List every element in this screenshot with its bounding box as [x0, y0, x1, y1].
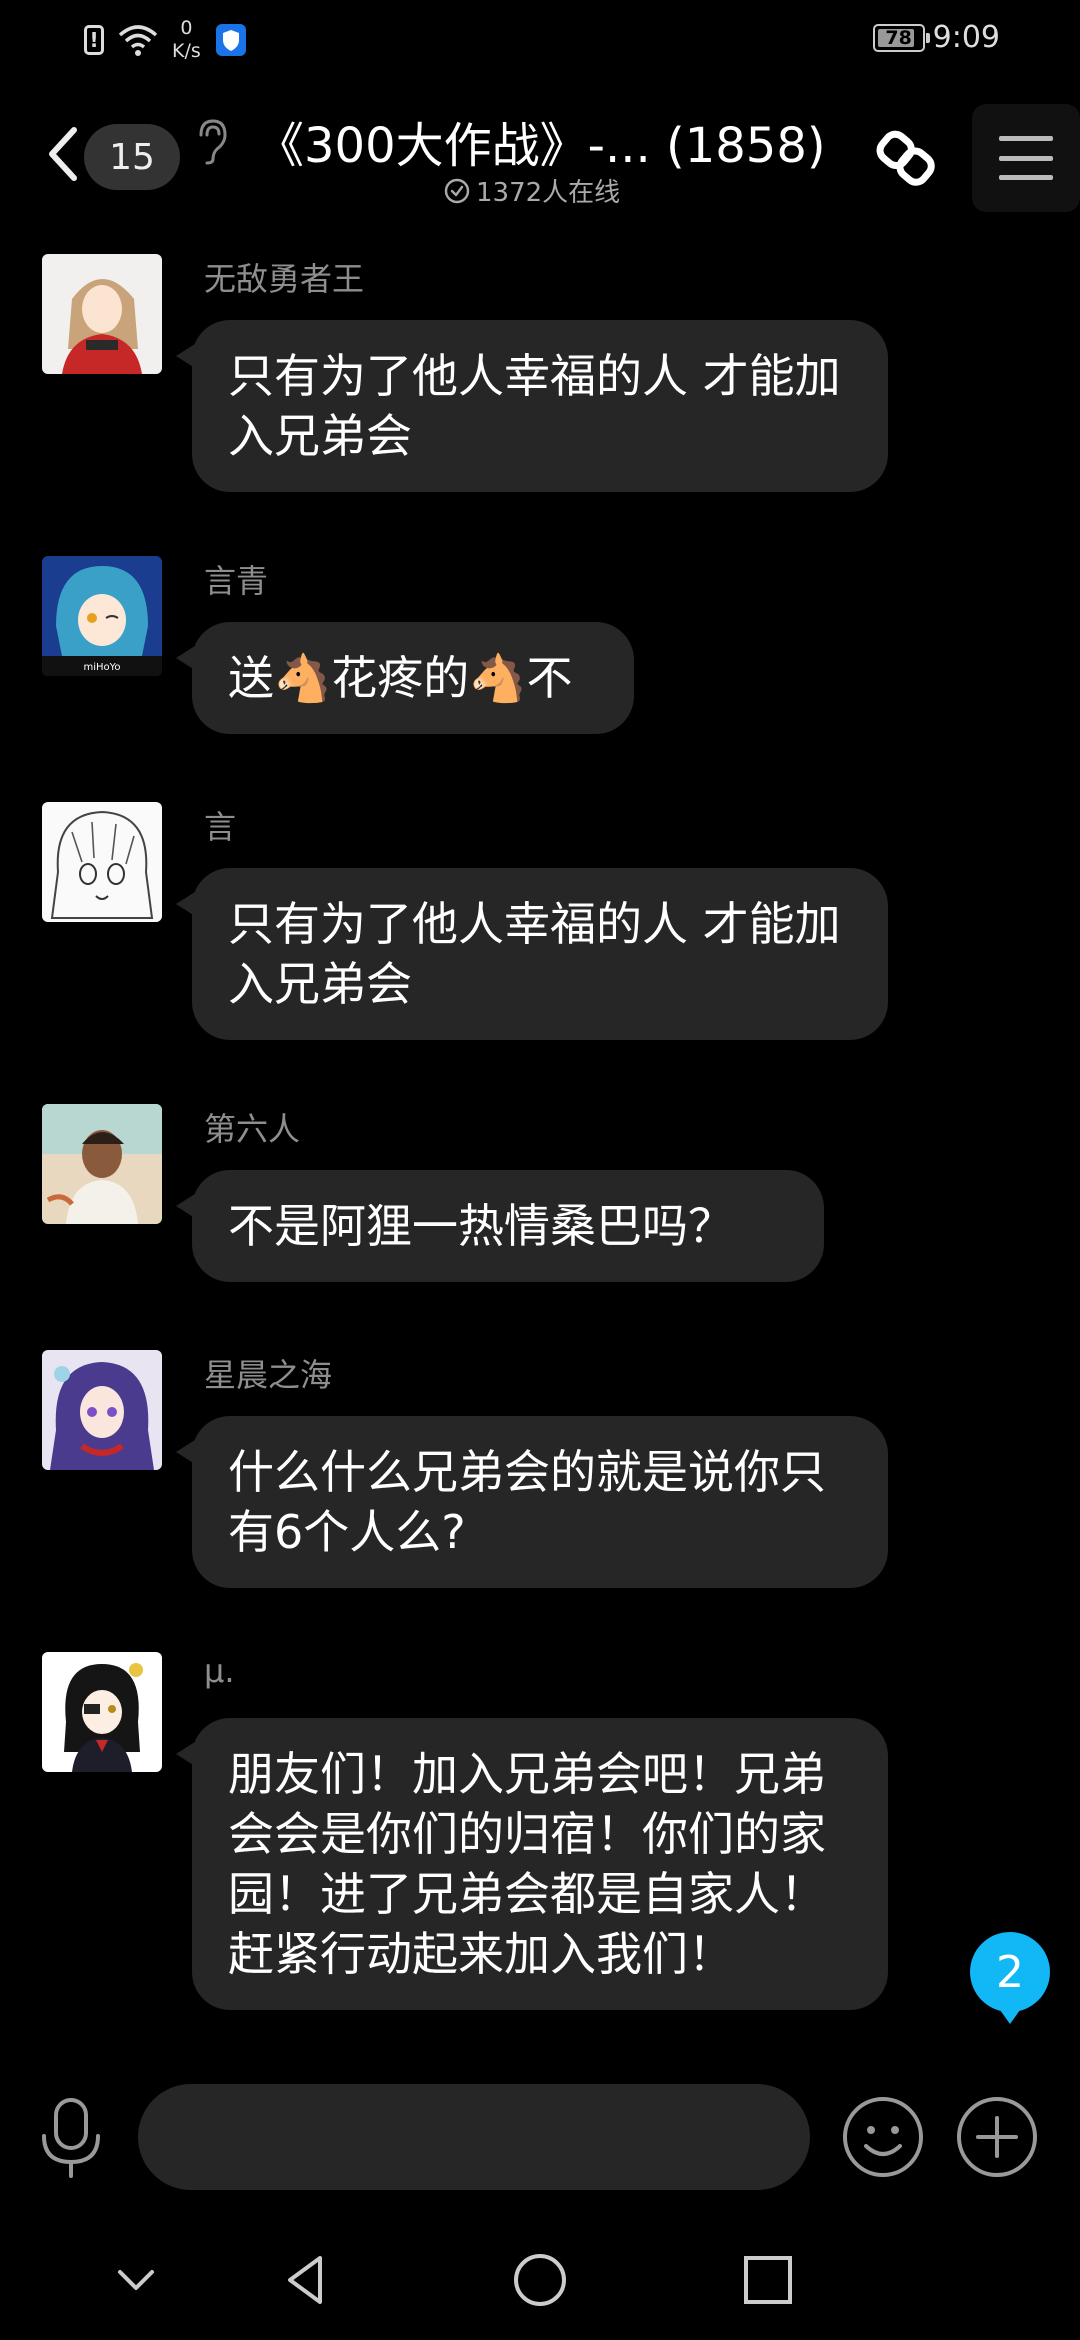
message-bubble[interactable]: 朋友们！加入兄弟会吧！兄弟会会是你们的归宿！你们的家园！进了兄弟会都是自家人！赶… [176, 1718, 888, 2010]
online-count: 1372人在线 [476, 178, 621, 208]
clock: 9:09 [932, 20, 1000, 55]
link-icon[interactable] [868, 122, 942, 196]
unread-count: 15 [109, 136, 155, 178]
menu-button[interactable] [972, 104, 1080, 212]
message-bubble[interactable]: 只有为了他人幸福的人 才能加入兄弟会 [176, 320, 888, 492]
message-bubble[interactable]: 不是阿狸一热情桑巴吗？ [176, 1170, 824, 1282]
plus-circle-icon[interactable] [954, 2094, 1040, 2180]
online-status: 1372人在线 [444, 172, 620, 209]
microphone-icon[interactable] [36, 2096, 106, 2180]
unread-count-badge[interactable]: 15 [84, 124, 180, 190]
wifi-icon [118, 25, 158, 56]
avatar[interactable]: miHoYo [42, 556, 162, 676]
status-bar: ! 0 K/s 78 9:09 [0, 0, 1080, 80]
net-speed-value: 0 [180, 17, 193, 39]
message-bubble[interactable]: 只有为了他人幸福的人 才能加入兄弟会 [176, 868, 888, 1040]
sender-name: 言 [204, 808, 237, 846]
page-title[interactable]: 《300大作战》-... (1858) [256, 106, 856, 176]
alert-icon: ! [84, 25, 104, 55]
net-speed-unit: K/s [172, 40, 201, 62]
battery-icon: 78 [872, 23, 930, 52]
status-left: ! 0 K/s [84, 16, 247, 64]
svg-text:miHoYo: miHoYo [83, 662, 120, 673]
sender-name: 无敌勇者王 [204, 260, 365, 298]
sender-name: μ. [204, 1652, 235, 1690]
system-nav-bar [0, 2220, 1080, 2340]
message-bubble[interactable]: 送🐴花疼的🐴不 [176, 622, 634, 734]
sender-name: 星晨之海 [204, 1356, 333, 1394]
recents-square-icon[interactable] [738, 2250, 798, 2310]
home-circle-icon[interactable] [510, 2250, 570, 2310]
avatar[interactable] [42, 1350, 162, 1470]
message-list[interactable]: 无敌勇者王 只有为了他人幸福的人 才能加入兄弟会 miHoYo 言青 送🐴花疼的… [0, 220, 1080, 2050]
net-speed: 0 K/s [172, 19, 201, 61]
avatar[interactable] [42, 254, 162, 374]
message-bubble[interactable]: 什么什么兄弟会的就是说你只有6个人么? [176, 1416, 888, 1588]
ear-icon[interactable] [193, 117, 229, 165]
new-messages-badge[interactable]: 2 [970, 1932, 1050, 2024]
sender-name: 第六人 [204, 1110, 301, 1148]
chevron-left-icon[interactable] [42, 124, 82, 184]
new-messages-count: 2 [996, 1946, 1024, 1998]
avatar[interactable] [42, 1652, 162, 1772]
menu-icon [999, 136, 1053, 180]
avatar[interactable] [42, 1104, 162, 1224]
battery-level: 78 [885, 26, 912, 49]
message-input[interactable] [138, 2084, 810, 2190]
input-bar [0, 2050, 1080, 2220]
status-right: 78 9:09 [872, 20, 1000, 55]
shield-icon [215, 24, 246, 56]
smile-icon[interactable] [840, 2094, 926, 2180]
chat-header: 15 《300大作战》-... (1858) 1372人在线 [0, 80, 1080, 220]
chevron-down-icon[interactable] [106, 2250, 166, 2310]
check-circle-icon [444, 178, 470, 203]
sender-name: 言青 [204, 562, 269, 600]
avatar[interactable] [42, 802, 162, 922]
back-triangle-icon[interactable] [278, 2250, 338, 2310]
